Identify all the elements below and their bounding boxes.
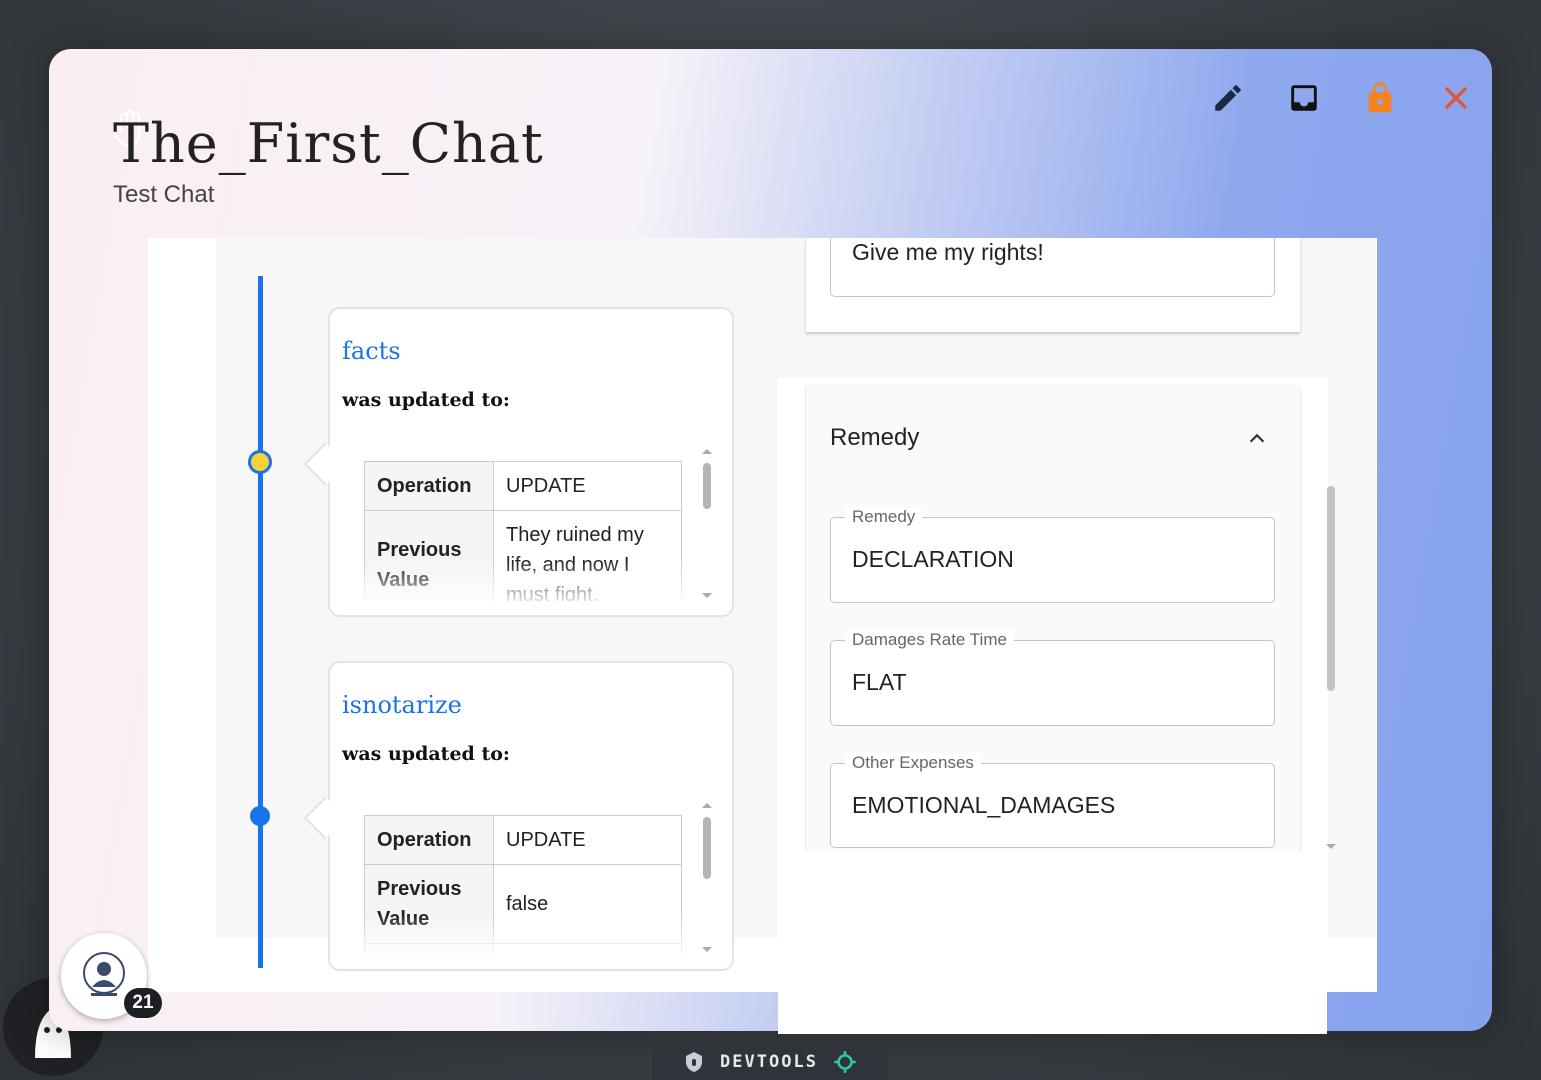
scroll-down-icon[interactable]	[702, 593, 712, 598]
remedy-heading[interactable]: Remedy	[830, 424, 919, 452]
facts-field[interactable]: Give me my rights!	[830, 238, 1275, 297]
scroll-fade	[364, 561, 682, 601]
lock-icon	[1368, 82, 1392, 113]
timeline-dot[interactable]	[250, 806, 270, 826]
field-name: facts	[342, 337, 401, 365]
inbox-button[interactable]	[1286, 80, 1322, 116]
timeline-card: isnotarize was updated to: Operation UPD…	[303, 661, 734, 971]
lock-button[interactable]	[1362, 80, 1398, 116]
updated-label: was updated to:	[342, 743, 510, 765]
other-expenses-label: Other Expenses	[845, 753, 981, 773]
table-scrollbar[interactable]	[702, 803, 712, 953]
table-cell-value: UPDATE	[493, 815, 682, 865]
scrollbar-thumb[interactable]	[703, 463, 711, 509]
table-cell-key: Operation	[364, 461, 494, 511]
facts-panel: Give me my rights!	[806, 238, 1300, 332]
scroll-down-icon[interactable]	[1326, 844, 1336, 849]
scrollbar-thumb[interactable]	[1327, 486, 1335, 691]
timeline-card: facts was updated to: Operation UPDATE P…	[303, 307, 734, 617]
notification-count-badge: 21	[124, 988, 162, 1018]
crosshair-icon	[834, 1050, 856, 1073]
table-row: Operation UPDATE	[364, 461, 682, 511]
panel-scrollbar[interactable]	[1326, 478, 1336, 849]
scroll-up-icon[interactable]	[702, 449, 712, 454]
shield-icon	[686, 1051, 703, 1072]
updated-label: was updated to:	[342, 389, 510, 411]
table-cell-value: UPDATE	[493, 461, 682, 511]
chat-title: The_First_Chat	[113, 112, 544, 175]
close-icon	[1444, 86, 1468, 110]
table-scrollbar[interactable]	[702, 449, 712, 599]
overlay-panel	[778, 852, 1327, 1034]
timeline-dot-current[interactable]	[248, 450, 272, 474]
remedy-field[interactable]: Remedy DECLARATION	[830, 507, 1275, 603]
chat-subtitle: Test Chat	[113, 181, 215, 208]
pencil-icon	[1215, 85, 1241, 111]
other-expenses-value: EMOTIONAL_DAMAGES	[852, 792, 1116, 818]
scroll-up-icon[interactable]	[702, 803, 712, 808]
remedy-field-label: Remedy	[845, 507, 923, 527]
devtools-label: DEVTOOLS	[720, 1051, 818, 1072]
remedy-field-value: DECLARATION	[852, 546, 1014, 572]
scroll-down-icon[interactable]	[702, 947, 712, 952]
scrollbar-thumb[interactable]	[703, 817, 711, 879]
other-expenses-field[interactable]: Other Expenses EMOTIONAL_DAMAGES	[830, 753, 1275, 848]
facts-field-value: Give me my rights!	[852, 239, 1044, 265]
damages-rate-time-value: FLAT	[852, 669, 907, 695]
close-button[interactable]	[1438, 80, 1474, 116]
chevron-up-icon[interactable]	[1246, 428, 1268, 450]
table-row: Operation UPDATE	[364, 815, 682, 865]
damages-rate-time-label: Damages Rate Time	[845, 630, 1014, 650]
timeline-line	[258, 276, 263, 968]
table-cell-key: Operation	[364, 815, 494, 865]
scroll-fade	[364, 915, 682, 955]
edit-button[interactable]	[1210, 80, 1246, 116]
change-table-container[interactable]: Operation UPDATE Previous Value false Ne…	[364, 815, 682, 955]
modal-toolbar	[1210, 80, 1474, 116]
devtools-tab[interactable]: DEVTOOLS	[652, 1043, 888, 1080]
field-name: isnotarize	[342, 691, 462, 719]
remedy-accordion: Remedy Remedy DECLARATION Damages Rate T…	[806, 386, 1300, 856]
change-table-container[interactable]: Operation UPDATE Previous Value They rui…	[364, 461, 682, 601]
inbox-icon	[1291, 85, 1317, 111]
damages-rate-time-field[interactable]: Damages Rate Time FLAT	[830, 630, 1275, 726]
